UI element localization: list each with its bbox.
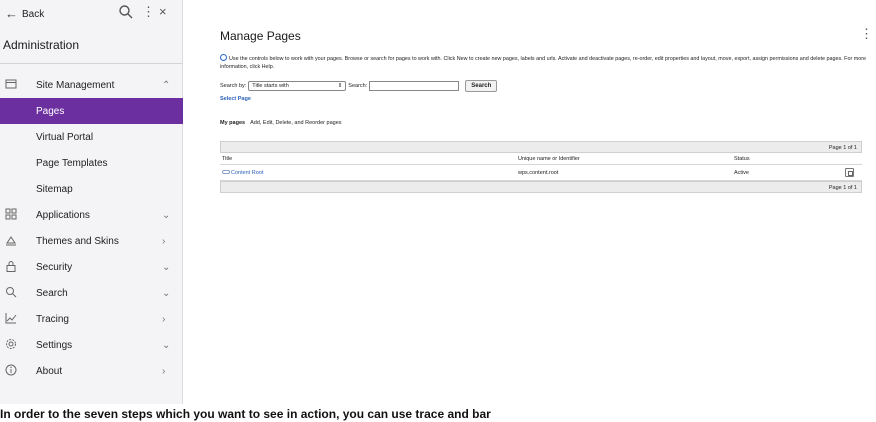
select-page-link[interactable]: Select Page [220,96,251,102]
pager-label: Page 1 of 1 [828,185,857,191]
column-header-unique-name[interactable]: Unique name or Identifier [518,156,580,162]
gear-icon [4,338,18,352]
pages-table: Page 1 of 1 Title Unique name or Identif… [220,141,862,193]
search-by-select[interactable]: Title starts with ⇕ [248,81,347,91]
sidebar-item-themes-and-skins[interactable]: Themes and Skins › [0,228,183,254]
chart-icon [4,312,18,326]
chevron-up-icon[interactable]: ⌃ [162,80,170,91]
kebab-menu-icon[interactable]: ⋮ [142,4,155,20]
my-pages-label: My pages [220,120,246,126]
chevron-down-icon[interactable]: ⌄ [162,262,170,273]
back-button[interactable]: Back [22,9,44,20]
table-row: Content Root wps.content.root Active [220,165,862,181]
help-text-content: Use the controls below to work with your… [220,56,867,70]
chevron-right-icon[interactable]: › [162,314,165,325]
sidebar-title: Administration [3,38,80,52]
themes-icon [4,234,18,248]
unique-name-cell: wps.content.root [518,170,559,176]
sidebar-item-settings[interactable]: Settings ⌄ [0,332,183,358]
sidebar-item-label: Site Management [36,79,115,91]
lock-icon [4,260,18,274]
sidebar-item-tracing[interactable]: Tracing › [0,306,183,332]
search-icon[interactable] [118,4,134,20]
sidebar-item-virtual-portal[interactable]: Virtual Portal [0,124,183,150]
manage-pages-panel: Manage Pages ⋮ Use the controls below to… [184,0,876,404]
sidebar-header: ← Back ⋮ × [0,0,183,30]
page-title: Manage Pages [220,29,301,43]
sidebar-item-label: Search [36,287,68,299]
kebab-menu-icon[interactable]: ⋮ [860,26,873,42]
chevron-down-icon[interactable]: ⌄ [162,288,170,299]
edit-page-icon[interactable] [845,168,854,177]
search-button[interactable]: Search [465,80,498,92]
pager-label: Page 1 of 1 [828,145,857,151]
sidebar-item-label: Pages [36,105,65,117]
chevron-right-icon[interactable]: › [162,236,165,247]
sidebar-item-label: Sitemap [36,183,73,195]
back-arrow-icon[interactable]: ← [5,6,18,21]
info-icon [220,54,227,61]
chevron-down-icon[interactable]: ⌄ [162,210,170,221]
sidebar-item-label: About [36,365,63,377]
site-management-icon [4,78,18,92]
sidebar-item-security[interactable]: Security ⌄ [0,254,183,280]
sidebar-item-applications[interactable]: Applications ⌄ [0,202,183,228]
search-input[interactable] [369,81,460,91]
select-arrows-icon: ⇕ [337,83,343,89]
sidebar-item-label: Virtual Portal [36,131,94,143]
search-by-value: Title starts with [252,83,289,89]
column-header-title[interactable]: Title [222,156,232,162]
sidebar-item-label: Settings [36,339,73,351]
sidebar-item-pages[interactable]: Pages [0,98,183,124]
table-header: Title Unique name or Identifier Status [220,153,862,165]
pager-bottom: Page 1 of 1 [220,181,862,193]
sidebar-item-label: Themes and Skins [36,235,119,247]
admin-sidebar: ← Back ⋮ × Administration Site Managemen… [0,0,183,404]
chevron-right-icon[interactable]: › [162,366,165,377]
content-root-link[interactable]: Content Root [231,170,263,176]
sidebar-item-label: Page Templates [36,157,108,169]
divider [0,63,183,64]
my-pages-description: Add, Edit, Delete, and Reorder pages [250,120,342,126]
caption-text: In order to the seven steps which you wa… [0,407,491,421]
info-icon [4,364,18,378]
sidebar-item-about[interactable]: About › [0,358,183,384]
sidebar-item-site-management[interactable]: Site Management ⌃ [0,72,183,98]
status-cell: Active [734,170,749,176]
sidebar-item-search[interactable]: Search ⌄ [0,280,183,306]
chevron-down-icon[interactable]: ⌄ [162,340,170,351]
applications-icon [4,208,18,222]
search-icon [4,286,18,300]
pager-top: Page 1 of 1 [220,141,862,153]
column-header-status[interactable]: Status [734,156,750,162]
search-bar: Search by: Title starts with ⇕ Search: S… [220,80,498,92]
sidebar-item-label: Applications [36,209,90,221]
sidebar-item-label: Security [36,261,73,273]
sidebar-item-page-templates[interactable]: Page Templates [0,150,183,176]
sidebar-item-sitemap[interactable]: Sitemap [0,176,183,202]
close-icon[interactable]: × [159,4,167,19]
my-pages-heading: My pages Add, Edit, Delete, and Reorder p… [220,120,342,126]
page-icon [222,170,230,174]
help-text: Use the controls below to work with your… [220,54,870,71]
sidebar-item-label: Tracing [36,313,69,325]
page-title-cell[interactable]: Content Root [222,170,263,176]
search-label: Search: [348,83,368,89]
search-by-label: Search by: [220,83,247,89]
